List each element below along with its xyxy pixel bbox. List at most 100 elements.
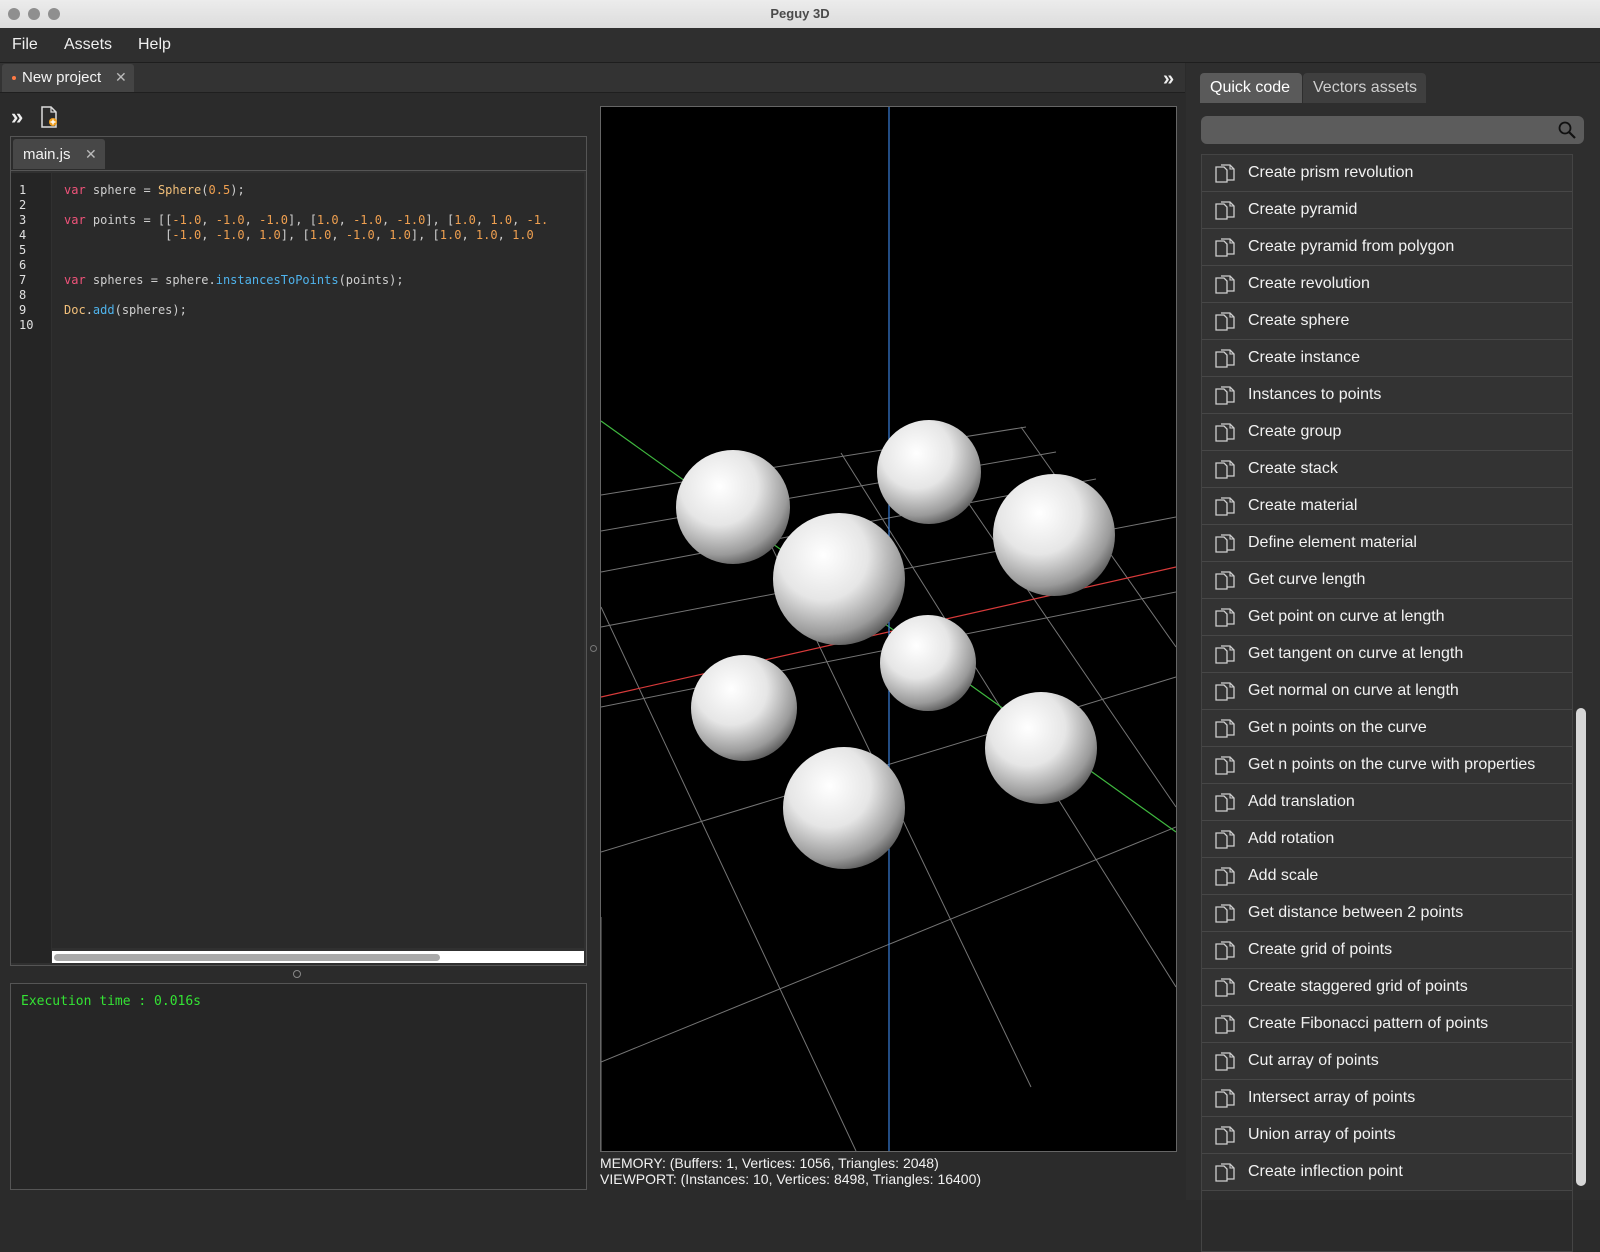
quick-code-item-label: Create prism revolution (1248, 164, 1414, 181)
quick-code-item[interactable]: Create sphere (1202, 303, 1572, 340)
quick-code-search-input[interactable] (1201, 116, 1584, 144)
quick-code-item[interactable]: Get curve length (1202, 562, 1572, 599)
editor-console-splitter-handle[interactable] (293, 970, 301, 978)
snippet-icon (1215, 460, 1235, 479)
editor-tab-main-js[interactable]: main.js ✕ (13, 139, 105, 169)
snippet-icon (1215, 608, 1235, 627)
quick-code-item[interactable]: Get point on curve at length (1202, 599, 1572, 636)
viewport-stats: VIEWPORT: (Instances: 10, Vertices: 8498… (600, 1171, 982, 1187)
menu-bar: File Assets Help (0, 28, 1600, 63)
quick-code-item[interactable]: Create pyramid from polygon (1202, 229, 1572, 266)
project-tab-strip: New project ✕ (0, 63, 1185, 93)
quick-code-item-label: Create material (1248, 497, 1358, 514)
quick-code-item[interactable]: Intersect array of points (1202, 1080, 1572, 1117)
snippet-icon (1215, 1126, 1235, 1145)
quick-code-item[interactable]: Instances to points (1202, 377, 1572, 414)
quick-code-item[interactable]: Create instance (1202, 340, 1572, 377)
line-number: 8 (19, 288, 27, 302)
code-line: var points = [[-1.0, -1.0, -1.0], [1.0, … (64, 213, 549, 227)
tab-label: Quick code (1210, 79, 1291, 96)
tab-quick-code[interactable]: Quick code (1200, 73, 1302, 103)
quick-code-item[interactable]: Get normal on curve at length (1202, 673, 1572, 710)
console-output: Execution time : 0.016s (10, 983, 587, 1190)
quick-code-item[interactable]: Create material (1202, 488, 1572, 525)
quick-code-item[interactable]: Get distance between 2 points (1202, 895, 1572, 932)
quick-code-item-label: Create inflection point (1248, 1163, 1403, 1180)
quick-code-item[interactable]: Get n points on the curve (1202, 710, 1572, 747)
quick-code-item-label: Add scale (1248, 867, 1319, 884)
line-number-gutter: 1 2 3 4 5 6 7 8 9 10 (11, 173, 51, 963)
quick-code-item-label: Create pyramid from polygon (1248, 238, 1455, 255)
snippet-icon (1215, 978, 1235, 997)
editor-horizontal-scrollbar[interactable] (52, 951, 584, 963)
quick-code-item[interactable]: Cut array of points (1202, 1043, 1572, 1080)
scrollbar-thumb[interactable] (54, 954, 440, 961)
tab-vectors-assets[interactable]: Vectors assets (1303, 73, 1426, 103)
quick-code-item-label: Create instance (1248, 349, 1361, 366)
execution-time-text: Execution time : 0.016s (21, 994, 202, 1009)
snippet-icon (1215, 1163, 1235, 1182)
menu-assets[interactable]: Assets (64, 36, 112, 54)
quick-code-item[interactable]: Create prism revolution (1202, 155, 1572, 192)
quick-code-item[interactable]: Add rotation (1202, 821, 1572, 858)
menu-file[interactable]: File (12, 36, 38, 54)
close-icon[interactable]: ✕ (85, 146, 97, 163)
snippet-icon (1215, 830, 1235, 849)
quick-code-item[interactable]: Create grid of points (1202, 932, 1572, 969)
quick-code-item[interactable]: Add translation (1202, 784, 1572, 821)
quick-code-item[interactable]: Create staggered grid of points (1202, 969, 1572, 1006)
quick-code-item[interactable]: Create pyramid (1202, 192, 1572, 229)
quick-code-item-label: Union array of points (1248, 1126, 1396, 1143)
close-icon[interactable]: ✕ (115, 69, 127, 86)
snippet-icon (1215, 1089, 1235, 1108)
3d-viewport[interactable] (600, 106, 1177, 1152)
quick-code-item[interactable]: Get n points on the curve with propertie… (1202, 747, 1572, 784)
quick-code-item[interactable]: Create revolution (1202, 266, 1572, 303)
quick-code-item[interactable]: Create group (1202, 414, 1572, 451)
snippet-icon (1215, 904, 1235, 923)
quick-code-item[interactable]: Create Fibonacci pattern of points (1202, 1006, 1572, 1043)
quick-code-item-label: Create grid of points (1248, 941, 1393, 958)
sphere-instance (773, 513, 905, 645)
quick-code-item-label: Create group (1248, 423, 1342, 440)
line-number: 10 (19, 318, 34, 332)
snippet-icon (1215, 1052, 1235, 1071)
new-file-icon[interactable] (40, 106, 58, 128)
snippet-icon (1215, 793, 1235, 812)
quick-code-item[interactable]: Define element material (1202, 525, 1572, 562)
search-icon[interactable] (1558, 121, 1576, 139)
quick-code-item[interactable]: Add scale (1202, 858, 1572, 895)
3d-scene (601, 107, 1176, 1151)
menu-help[interactable]: Help (138, 36, 171, 54)
quick-code-item[interactable]: Create stack (1202, 451, 1572, 488)
snippet-icon (1215, 275, 1235, 294)
code-line: [-1.0, -1.0, 1.0], [1.0, -1.0, 1.0], [1.… (64, 228, 534, 242)
quick-code-item[interactable]: Create inflection point (1202, 1154, 1572, 1191)
quick-code-scrollbar[interactable] (1576, 708, 1586, 1186)
sphere-instance (993, 474, 1115, 596)
line-number: 4 (19, 228, 27, 242)
line-number: 1 (19, 183, 27, 197)
snippet-icon (1215, 312, 1235, 331)
quick-code-item[interactable]: Get tangent on curve at length (1202, 636, 1572, 673)
project-tab[interactable]: New project ✕ (2, 64, 134, 92)
snippet-icon (1215, 756, 1235, 775)
run-icon[interactable]: » (11, 104, 23, 130)
editor-viewport-splitter-handle[interactable] (590, 645, 597, 652)
quick-code-item-label: Create pyramid (1248, 201, 1358, 218)
project-tab-label: New project (22, 69, 102, 86)
quick-code-item-label: Create stack (1248, 460, 1338, 477)
snippet-icon (1215, 164, 1235, 183)
sphere-instances (676, 420, 1115, 869)
quick-code-item-label: Instances to points (1248, 386, 1382, 403)
collapse-panel-icon[interactable]: » (1163, 68, 1174, 91)
sphere-instance (783, 747, 905, 869)
quick-code-item-label: Get point on curve at length (1248, 608, 1445, 625)
window-title: Peguy 3D (770, 6, 830, 21)
code-text-area[interactable]: var sphere = Sphere(0.5); var points = [… (52, 173, 584, 948)
memory-stats: MEMORY: (Buffers: 1, Vertices: 1056, Tri… (600, 1155, 939, 1171)
quick-code-item[interactable]: Union array of points (1202, 1117, 1572, 1154)
quick-code-item-label: Get curve length (1248, 571, 1366, 588)
snippet-icon (1215, 867, 1235, 886)
quick-code-list: Create prism revolution Create pyramid Cre… (1201, 154, 1573, 1252)
